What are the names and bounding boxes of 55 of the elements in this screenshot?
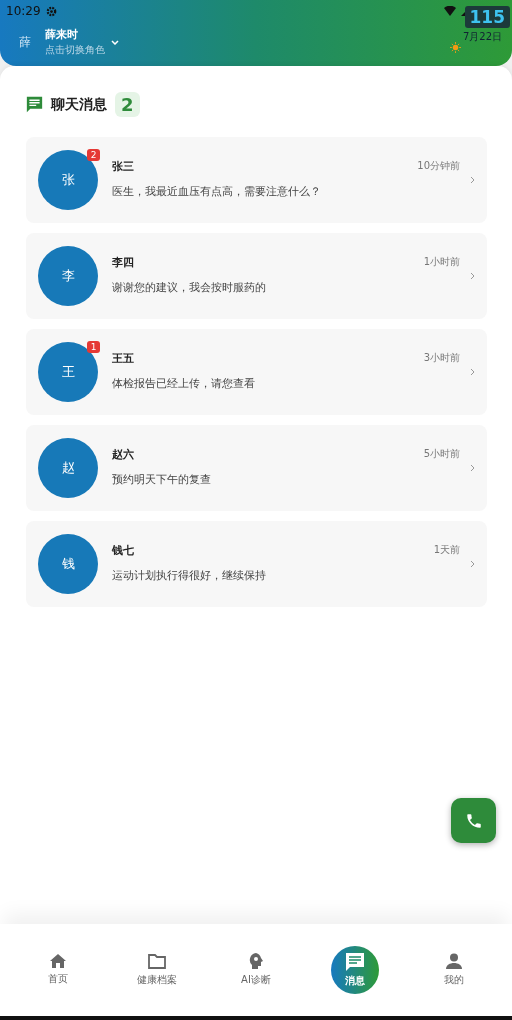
message-time: 1小时前 [423, 255, 460, 269]
chat-icon [26, 96, 43, 113]
call-button[interactable] [451, 798, 496, 843]
sun-icon [449, 41, 461, 53]
person-icon [446, 953, 463, 969]
message-preview: 谢谢您的建议，我会按时服药的 [112, 280, 267, 295]
chat-card[interactable]: 李 李四 1小时前 谢谢您的建议，我会按时服药的 [26, 233, 487, 319]
contact-name: 李四 [112, 255, 134, 270]
message-time: 5小时前 [423, 447, 460, 461]
phone-icon [464, 811, 483, 830]
message-time: 10分钟前 [417, 159, 460, 173]
folder-icon [147, 953, 166, 969]
avatar: 赵 [38, 438, 98, 498]
unread-badge: 2 [87, 149, 100, 161]
gear-icon [45, 5, 57, 17]
chat-card[interactable]: 张 2 张三 10分钟前 医生，我最近血压有点高，需要注意什么？ [26, 137, 487, 223]
chevron-down-icon[interactable] [111, 39, 119, 45]
chevron-right-icon [470, 368, 475, 376]
nav-tab[interactable]: 消息 [331, 946, 380, 994]
contact-name: 赵六 [112, 447, 134, 462]
message-preview: 运动计划执行得很好，继续保持 [112, 568, 267, 583]
wifi-icon [444, 6, 456, 16]
unread-badge: 1 [87, 341, 100, 353]
head-gear-icon [248, 953, 263, 969]
switch-role-hint: 点击切换角色 [45, 43, 105, 57]
contact-name: 王五 [112, 351, 134, 366]
date-label: 7月22日 [462, 30, 502, 44]
message-preview: 医生，我最近血压有点高，需要注意什么？ [112, 184, 322, 199]
chevron-right-icon [470, 272, 475, 280]
message-time: 1天前 [433, 543, 460, 557]
contact-name: 钱七 [112, 543, 134, 558]
status-time: 10:29 [6, 4, 41, 18]
avatar: 李 [38, 246, 98, 306]
avatar: 钱 [38, 534, 98, 594]
avatar-initial[interactable]: 薛 [19, 33, 31, 51]
nav-tab[interactable]: 我的 [414, 953, 495, 987]
section-title: 聊天消息 [51, 95, 107, 114]
chevron-right-icon [470, 176, 475, 184]
user-name[interactable]: 薛来时 [45, 27, 105, 42]
contact-name: 张三 [112, 159, 134, 174]
count-badge: 2 [115, 92, 140, 117]
chat-card[interactable]: 王 1 王五 3小时前 体检报告已经上传，请您查看 [26, 329, 487, 415]
chevron-right-icon [470, 560, 475, 568]
chat-icon [345, 952, 366, 972]
message-preview: 预约明天下午的复查 [112, 472, 212, 487]
message-preview: 体检报告已经上传，请您查看 [112, 376, 256, 391]
nav-tab[interactable]: 健康档案 [116, 953, 197, 987]
message-time: 3小时前 [423, 351, 460, 365]
nav-tab[interactable]: 首页 [17, 954, 98, 986]
chevron-right-icon [470, 464, 475, 472]
overlay-counter: 115 [464, 6, 510, 28]
home-icon [49, 954, 66, 968]
nav-tab[interactable]: AI诊断 [215, 953, 296, 987]
chat-card[interactable]: 钱 钱七 1天前 运动计划执行得很好，继续保持 [26, 521, 487, 607]
chat-card[interactable]: 赵 赵六 5小时前 预约明天下午的复查 [26, 425, 487, 511]
